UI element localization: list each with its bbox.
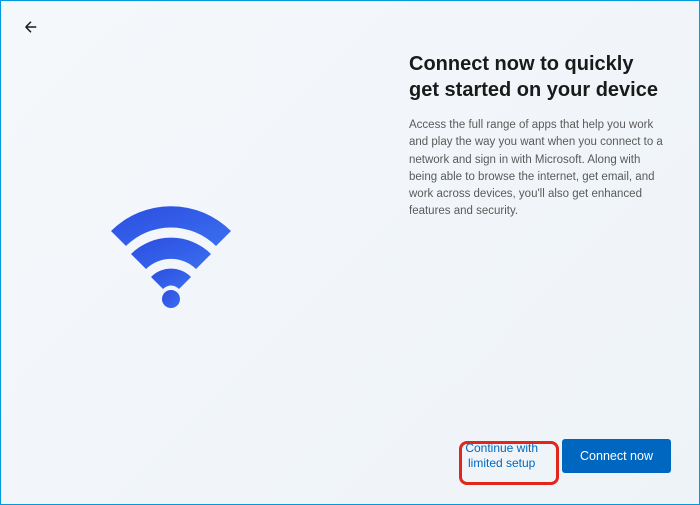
button-label-line1: Continue with: [465, 441, 538, 455]
continue-limited-setup-button[interactable]: Continue with limited setup: [455, 435, 548, 478]
wifi-icon: [106, 201, 236, 311]
button-label-line2: limited setup: [468, 456, 535, 470]
content-panel: Connect now to quickly get started on yo…: [409, 51, 667, 221]
footer-actions: Continue with limited setup Connect now: [455, 435, 671, 478]
page-title: Connect now to quickly get started on yo…: [409, 51, 667, 103]
back-button[interactable]: [21, 19, 41, 39]
page-description: Access the full range of apps that help …: [409, 117, 667, 221]
connect-now-button[interactable]: Connect now: [562, 439, 671, 473]
back-arrow-icon: [22, 18, 40, 41]
